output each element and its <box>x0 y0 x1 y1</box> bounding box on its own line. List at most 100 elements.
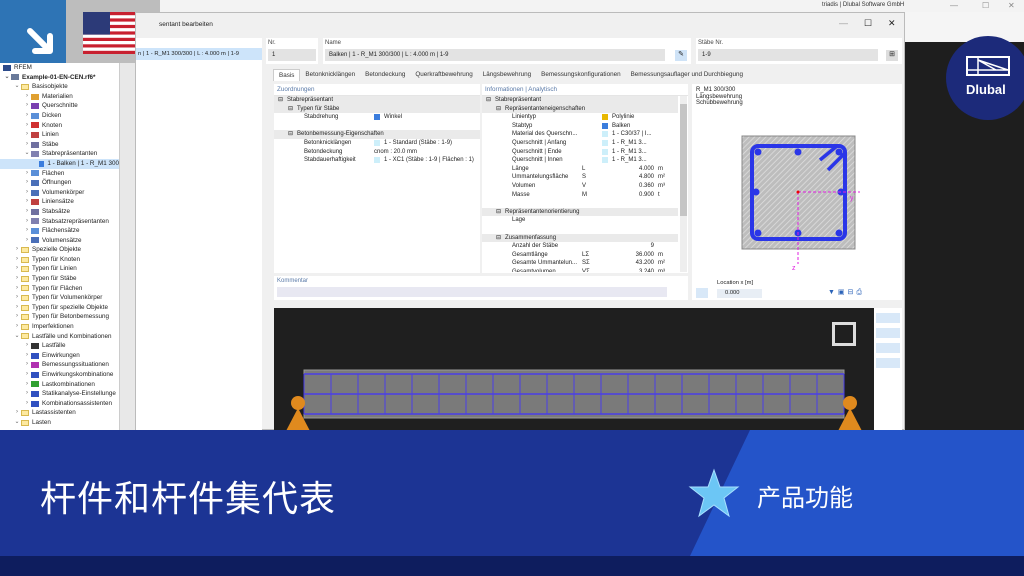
members-field[interactable]: 1-9 <box>698 49 878 61</box>
chevron-icon[interactable]: › <box>13 293 21 303</box>
chevron-icon[interactable]: › <box>23 188 31 198</box>
tree-item[interactable]: › Querschnitte <box>0 101 119 111</box>
tree-item[interactable]: › Typen für Knoten <box>0 255 119 265</box>
tree-item[interactable]: › Typen für Betonbemessung <box>0 312 119 322</box>
tree-item[interactable]: › Einwirkungskombinatione <box>0 370 119 380</box>
chevron-icon[interactable]: › <box>23 111 31 121</box>
select-members-icon[interactable]: ⊞ <box>886 50 898 61</box>
chevron-icon[interactable]: ⌄ <box>13 332 21 342</box>
tree-item[interactable]: › Stabsätze <box>0 207 119 217</box>
tree-item[interactable]: › Typen für Flächen <box>0 284 119 294</box>
property-group[interactable]: ⊟ Betonbemessung-Eigenschaften <box>274 130 480 139</box>
tree-item[interactable]: ⌄ Stabrepräsentanten <box>0 149 119 159</box>
tree-item[interactable]: › Volumensätze <box>0 236 119 246</box>
view-mode-button[interactable] <box>876 313 900 323</box>
property-row[interactable]: Material des Querschn... 1 - C30/37 | I..… <box>482 130 678 139</box>
property-row[interactable]: Masse M 0.900 t <box>482 191 678 200</box>
chevron-icon[interactable]: ⌄ <box>13 418 21 428</box>
property-row[interactable]: Stabtyp Balken <box>482 122 678 131</box>
support-button[interactable] <box>876 358 900 368</box>
tree-item[interactable]: › Imperfektionen <box>0 322 119 332</box>
tree-item[interactable]: ⌄ Lasten <box>0 418 119 428</box>
tree-item[interactable]: › Typen für spezielle Objekte <box>0 303 119 313</box>
tree-item[interactable]: › Lastfälle <box>0 341 119 351</box>
tree-item[interactable]: › Typen für Linien <box>0 264 119 274</box>
property-row[interactable]: Stabdrehung Winkel <box>274 113 480 122</box>
tree-item[interactable]: › Liniensätze <box>0 197 119 207</box>
tree-item[interactable]: › Volumenkörper <box>0 188 119 198</box>
property-row[interactable]: Gesamtvolumen VΣ 3.240 m³ <box>482 268 678 272</box>
chevron-icon[interactable]: › <box>23 178 31 188</box>
chevron-icon[interactable]: › <box>13 245 21 255</box>
chevron-icon[interactable]: › <box>23 341 31 351</box>
property-row[interactable]: Querschnitt | Anfang 1 - R_M1 3... <box>482 139 678 148</box>
section-settings-icon[interactable] <box>696 288 708 298</box>
dialog-close-button[interactable]: ✕ <box>888 18 896 29</box>
chevron-icon[interactable]: › <box>13 284 21 294</box>
3d-viewport[interactable] <box>274 308 874 431</box>
tree-item[interactable]: › Statikanalyse-Einstellunge <box>0 389 119 399</box>
chevron-icon[interactable]: ⌄ <box>13 82 21 92</box>
tree-item[interactable]: › Knoten <box>0 121 119 131</box>
tree-item[interactable]: › Stabsatzrepräsentanten <box>0 217 119 227</box>
property-row[interactable]: Volumen V 0.360 m³ <box>482 182 678 191</box>
tree-item[interactable]: ⌄ Lastfälle und Kombinationen <box>0 332 119 342</box>
property-group[interactable]: ⊟ Repräsentanteneigenschaften <box>482 104 678 114</box>
tree-item[interactable]: › Materialien <box>0 92 119 102</box>
chevron-icon[interactable]: › <box>23 169 31 179</box>
axes-button[interactable] <box>876 328 900 338</box>
chevron-icon[interactable]: › <box>23 380 31 390</box>
nr-field[interactable]: 1 <box>268 49 316 61</box>
chevron-icon[interactable]: › <box>13 274 21 284</box>
property-row[interactable]: Lage <box>482 216 678 225</box>
chevron-icon[interactable]: › <box>23 351 31 361</box>
tree-item[interactable]: › Linien <box>0 130 119 140</box>
tree-item[interactable]: ⌄ Basisobjekte <box>0 82 119 92</box>
chevron-icon[interactable]: › <box>23 399 31 409</box>
chevron-icon[interactable]: › <box>23 121 31 131</box>
property-row[interactable]: Stabdauerhaftigkeit 1 - XC1 (Stäbe : 1-9 … <box>274 156 480 165</box>
tree-item[interactable]: › Flächen <box>0 169 119 179</box>
tree-item[interactable]: › Stäbe <box>0 140 119 150</box>
property-row[interactable]: Anzahl der Stäbe 9 <box>482 242 678 251</box>
property-group[interactable]: ⊟ Repräsentantenorientierung <box>482 207 678 217</box>
property-row[interactable]: Querschnitt | Innen 1 - R_M1 3... <box>482 156 678 165</box>
property-row[interactable]: Ummantelungsfläche S 4.800 m² <box>482 173 678 182</box>
tab-0[interactable]: Basis <box>273 69 301 81</box>
tree-item[interactable]: › Spezielle Objekte <box>0 245 119 255</box>
chevron-icon[interactable]: › <box>13 312 21 322</box>
app-close-button[interactable]: ✕ <box>1008 1 1015 10</box>
tree-item[interactable]: › Einwirkungen <box>0 351 119 361</box>
view-cube-icon[interactable] <box>832 322 856 346</box>
chevron-icon[interactable]: › <box>23 101 31 111</box>
tree-item[interactable]: › Öffnungen <box>0 178 119 188</box>
chevron-icon[interactable]: › <box>23 140 31 150</box>
chevron-icon[interactable]: › <box>13 408 21 418</box>
property-group[interactable]: ⊟ Stabrepräsentant <box>482 96 678 105</box>
name-field[interactable]: Balken | 1 - R_M1 300/300 | L : 4.000 m … <box>325 49 665 61</box>
tree-item[interactable]: › Typen für Volumenkörper <box>0 293 119 303</box>
chevron-icon[interactable]: › <box>23 207 31 217</box>
tree-item[interactable]: › Lastassistenten <box>0 408 119 418</box>
chevron-icon[interactable]: › <box>23 360 31 370</box>
chevron-icon[interactable]: › <box>23 389 31 399</box>
location-spinbox[interactable]: 0.000 <box>717 289 762 298</box>
representative-list-item[interactable]: n | 1 - R_M1 300/300 | L : 4.000 m | 1-9 <box>136 48 262 60</box>
property-group[interactable]: ⊟ Zusammenfassung <box>482 233 678 243</box>
app-minimize-button[interactable]: — <box>950 1 958 10</box>
property-row[interactable]: Betonknicklängen 1 - Standard (Stäbe : 1-… <box>274 139 480 148</box>
tree-item[interactable]: › Dicken <box>0 111 119 121</box>
chevron-icon[interactable]: › <box>23 226 31 236</box>
tab-2[interactable]: Betondeckung <box>360 69 410 81</box>
tab-6[interactable]: Bemessungsauflager und Durchbiegung <box>626 69 748 81</box>
comment-input[interactable] <box>277 287 667 297</box>
property-row[interactable]: Länge L 4.000 m <box>482 165 678 174</box>
dialog-maximize-button[interactable]: ☐ <box>864 18 872 29</box>
tree-item[interactable]: › Typen für Stäbe <box>0 274 119 284</box>
edit-name-icon[interactable]: ✎ <box>675 50 687 61</box>
property-group[interactable]: ⊟ Stabrepräsentant <box>274 96 480 105</box>
tree-root[interactable]: RFEM <box>14 63 32 73</box>
display-button[interactable] <box>876 343 900 353</box>
tree-project[interactable]: Example-01-EN-CEN.rf6* <box>22 73 96 83</box>
chevron-icon[interactable]: › <box>23 217 31 227</box>
